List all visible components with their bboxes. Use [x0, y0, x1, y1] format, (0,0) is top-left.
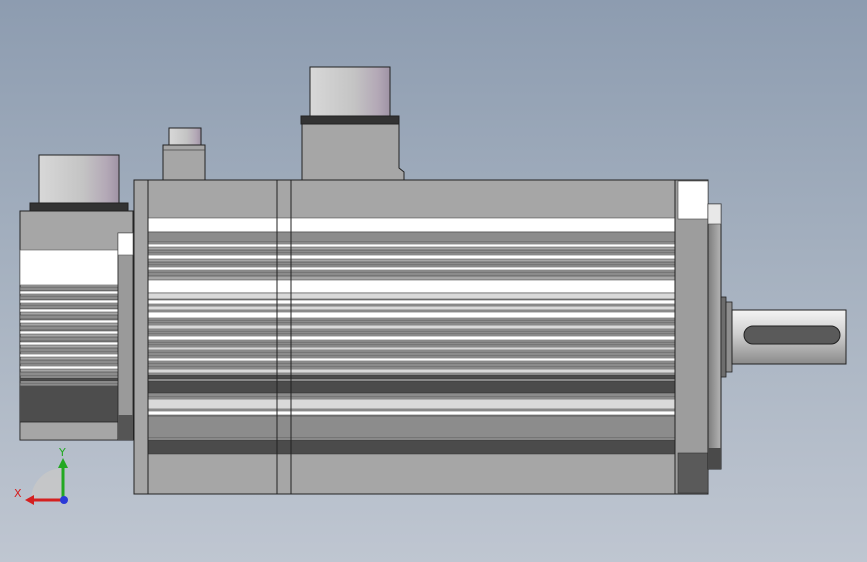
cooling-fin	[19, 299, 119, 304]
cooling-fin	[147, 292, 676, 300]
cooling-fin	[19, 319, 119, 324]
z-axis-icon	[60, 496, 68, 504]
cooling-fin	[19, 353, 119, 358]
cooling-fin	[147, 335, 676, 341]
cooling-fin	[147, 341, 676, 346]
cooling-fin	[19, 377, 119, 382]
cooling-fin	[147, 217, 676, 233]
power-connector-box	[301, 123, 405, 181]
cooling-fin	[19, 286, 119, 292]
signal-connector-top	[168, 127, 202, 146]
cooling-fin	[19, 290, 119, 295]
cooling-fin	[147, 398, 676, 410]
x-axis-label: X	[14, 487, 22, 500]
cooling-fin	[19, 359, 119, 365]
power-connector-ring	[300, 115, 400, 125]
cooling-fin	[147, 415, 676, 439]
cooling-fin	[19, 371, 119, 377]
cooling-fin	[147, 249, 676, 254]
servo-motor-drawing: Y X	[14, 66, 847, 505]
cooling-fin	[147, 410, 676, 416]
cooling-fin	[19, 347, 119, 353]
cooling-fin	[147, 362, 676, 368]
cooling-fin	[147, 374, 676, 380]
cooling-fin	[147, 305, 676, 311]
cooling-fin	[147, 319, 676, 324]
y-axis-label: Y	[58, 446, 66, 459]
cooling-fin	[147, 380, 676, 394]
cooling-fin	[19, 336, 119, 342]
cooling-fin	[147, 231, 676, 243]
cooling-fin	[147, 351, 676, 357]
cooling-fin	[147, 439, 676, 455]
cooling-fin	[19, 308, 119, 313]
cooling-fin	[147, 346, 676, 351]
cooling-fin	[147, 368, 676, 374]
cooling-fin	[19, 325, 119, 331]
axis-triad: Y X	[14, 446, 68, 505]
power-connector-cap	[309, 66, 391, 117]
cooling-fin	[147, 243, 676, 248]
cooling-fin	[147, 261, 676, 266]
cooling-fin	[19, 314, 119, 320]
cooling-fin	[147, 299, 676, 305]
shaft-keyway	[743, 325, 841, 345]
cooling-fin	[19, 330, 119, 335]
cooling-fin	[19, 341, 119, 346]
encoder-connector-base	[29, 202, 129, 212]
cooling-fin	[147, 271, 676, 277]
encoder-connector-cap	[38, 154, 120, 204]
cooling-fin	[147, 324, 676, 330]
cad-viewport[interactable]: Y X	[0, 0, 867, 562]
output-shaft	[731, 309, 847, 365]
cooling-fin	[147, 357, 676, 362]
cooling-fin	[147, 254, 676, 260]
cooling-fin	[19, 365, 119, 370]
cooling-fin	[147, 266, 676, 271]
cooling-fin	[147, 311, 676, 319]
cooling-fin	[147, 330, 676, 335]
motor-body	[133, 66, 676, 495]
cooling-fin	[19, 382, 119, 387]
cooling-fin	[19, 295, 119, 301]
cooling-fin	[19, 304, 119, 310]
cooling-fin	[147, 392, 676, 398]
encoder-housing	[19, 154, 134, 441]
front-flange	[674, 179, 733, 495]
cooling-fin	[147, 279, 676, 294]
